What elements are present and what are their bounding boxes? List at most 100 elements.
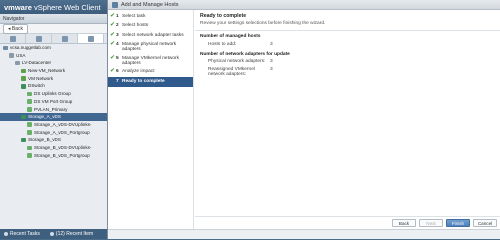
tab-networking[interactable] [78, 34, 104, 43]
back-wizard-button[interactable]: Back [392, 219, 416, 227]
vcenter-icon [3, 45, 8, 51]
tree-item-label: DS Uplinks Group [34, 91, 71, 97]
portgroup-icon [27, 145, 32, 151]
tree-item-label: LV-Datacenter [22, 60, 52, 66]
next-button[interactable]: Next [419, 219, 443, 227]
tree-item-label: New-VM_Network [28, 68, 66, 74]
wizard-step[interactable]: 7 Ready to complete [108, 77, 193, 87]
tab-hosts-clusters[interactable] [0, 34, 26, 43]
dswitch-icon [21, 84, 26, 89]
tree-item[interactable]: Storage_A_vDS_Portgroup [0, 129, 107, 137]
physical-adapters-value: 3 [270, 59, 273, 64]
tree-item[interactable]: USA [0, 52, 107, 60]
tree-item-label: PVLAN_Primary [34, 106, 68, 112]
network-icon [21, 68, 26, 74]
network-icon [87, 35, 94, 42]
content-description: Review your settings selections before f… [200, 21, 326, 26]
dialog-footer: Back Next Finish Cancel [195, 216, 500, 229]
dialog-titlebar: Add and Manage Hosts [108, 0, 500, 10]
physical-adapters-label: Physical network adapters: [208, 59, 266, 64]
wizard-steps: ✔ 1 Select task ✔ 2 Select hosts ✔ 3 Select netw… [108, 10, 194, 229]
tree-item[interactable]: DS VM Port Group [0, 98, 107, 106]
navigator-panel: Navigator ◂ Back vcsa.nuggetlab.com USA LV… [0, 14, 108, 239]
tree-item[interactable]: LV-Datacenter [0, 59, 107, 67]
network-icon [21, 76, 26, 81]
tree-item[interactable]: Storage_B_vDS_Portgroup [0, 152, 107, 160]
recent-tasks-tab[interactable]: Recent Tasks [4, 231, 40, 237]
step-label: Ready to complete [122, 78, 165, 84]
tree-item[interactable]: Storage_A_vDS [0, 113, 107, 121]
vmkernel-adapters-value: 3 [270, 66, 273, 72]
navigator-title: Navigator [0, 14, 107, 24]
tree-item-label: Storage_B_vDS [28, 137, 61, 143]
wizard-step[interactable]: ✔ 5 Manage VMkernel network adapters [108, 54, 193, 68]
tree-item-label: VM Network [28, 75, 54, 81]
vmkernel-adapters-label: Reassigned VMkernel network adapters: [208, 66, 255, 77]
dswitch-icon [21, 114, 26, 120]
tree-item[interactable]: vcsa.nuggetlab.com [0, 44, 107, 52]
cancel-button[interactable]: Cancel [473, 219, 497, 227]
tree-item-label: Storage_A_vDS_Portgroup [34, 129, 90, 135]
tab-storage[interactable] [52, 34, 78, 43]
wizard-step[interactable]: ✔ 1 Select task [108, 12, 193, 22]
hosts-icon [9, 35, 16, 42]
tree-item-label: vcsa.nuggetlab.com [10, 45, 51, 50]
wizard-step[interactable]: ✔ 2 Select hosts [108, 22, 193, 32]
step-label: Manage physical network adapters [122, 42, 177, 53]
physical-adapters-row: Physical network adapters: 3 [200, 59, 496, 64]
step-label: Analyze impact [122, 69, 155, 75]
navigator-tabs [0, 34, 107, 44]
datacenter-icon [9, 53, 14, 58]
storage-icon [61, 35, 68, 42]
step-label: Select hosts [122, 23, 149, 28]
portgroup-icon [27, 122, 32, 127]
app-brand: vmware vSphere Web Client [4, 3, 101, 12]
datacenter-icon [15, 60, 20, 66]
wizard-step[interactable]: ✔ 4 Manage physical network adapters [108, 41, 193, 55]
adapters-title: Number of network adapters for update [200, 51, 290, 57]
portgroup-icon [27, 107, 32, 112]
tree-item-label: DSwitch [28, 83, 45, 89]
tree-item[interactable]: Storage_A_vDS-DVUplinks- [0, 121, 107, 129]
portgroup-icon [27, 153, 32, 158]
vm-icon [35, 35, 42, 42]
tree-item[interactable]: New-VM_Network [0, 67, 107, 75]
navigator-toolbar: ◂ Back [0, 23, 107, 34]
tab-vms-templates[interactable] [26, 34, 52, 43]
inventory-tree: vcsa.nuggetlab.com USA LV-Datacenter New-VM… [0, 44, 107, 159]
wizard-content: Ready to complete Review your settings s… [195, 10, 500, 216]
tree-item[interactable]: Storage_B_vDS-DVUplinks- [0, 144, 107, 152]
add-manage-hosts-dialog: Add and Manage Hosts ✔ 1 Select task ✔ 2 Sele… [107, 0, 500, 239]
vmkernel-adapters-row: Reassigned VMkernel network adapters: 3 [200, 67, 496, 77]
dswitch-icon [21, 137, 26, 143]
hosts-to-add-value: 3 [270, 41, 273, 47]
divider [195, 30, 500, 31]
recent-items-tab[interactable]: (12) Recent Item [49, 231, 93, 237]
portgroup-icon [27, 91, 32, 97]
tree-item[interactable]: DS Uplinks Group [0, 90, 107, 98]
tree-item[interactable]: Storage_B_vDS [0, 136, 107, 144]
finish-button[interactable]: Finish [446, 219, 470, 227]
portgroup-icon [27, 99, 32, 104]
items-icon [49, 232, 54, 236]
tree-item[interactable]: DSwitch [0, 82, 107, 90]
step-label: Select task [122, 13, 146, 19]
content-heading: Ready to complete [200, 13, 247, 19]
tree-item[interactable]: VM Network [0, 75, 107, 83]
portgroup-icon [27, 130, 32, 135]
tree-item[interactable]: PVLAN_Primary [0, 106, 107, 114]
wizard-step[interactable]: ✔ 6 Analyze impact [108, 68, 193, 78]
back-button[interactable]: ◂ Back [3, 23, 29, 34]
wizard-step[interactable]: ✔ 3 Select network adapter tasks [108, 31, 193, 41]
tree-item-label: Storage_B_vDS-DVUplinks- [34, 144, 92, 150]
tree-item-label: Storage_A_vDS-DVUplinks- [34, 121, 92, 127]
step-label: Manage VMkernel network adapters [122, 55, 180, 66]
tree-item-label: DS VM Port Group [34, 98, 73, 104]
hosts-to-add-label: Hosts to add: [208, 41, 237, 47]
dialog-bottom-strip [108, 229, 500, 239]
hosts-to-add-row: Hosts to add: 3 [200, 42, 496, 47]
step-label: Select network adapter tasks [122, 32, 184, 38]
tree-item-label: USA [16, 52, 26, 58]
wizard-icon [112, 1, 118, 8]
tasks-icon [4, 232, 8, 236]
